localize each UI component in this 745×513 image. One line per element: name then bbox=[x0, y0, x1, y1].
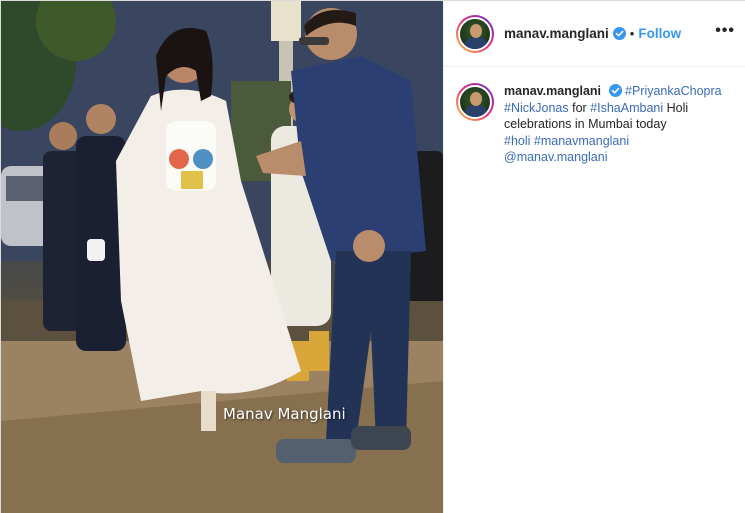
verified-badge-icon bbox=[612, 27, 626, 40]
avatar-shirt bbox=[464, 36, 488, 49]
header-separator: • bbox=[629, 26, 635, 41]
avatar-shirt bbox=[464, 105, 488, 117]
mention-link[interactable]: @manav.manglani bbox=[504, 150, 607, 164]
caption-text-segment: for bbox=[568, 100, 591, 115]
instagram-post: Manav Manglani manav.manglani • Follow •… bbox=[0, 0, 745, 513]
avatar[interactable] bbox=[458, 16, 492, 51]
post-header: manav.manglani • Follow ••• bbox=[444, 1, 745, 67]
avatar-face bbox=[470, 23, 482, 38]
post-video[interactable]: Manav Manglani bbox=[1, 1, 443, 513]
more-options-icon[interactable]: ••• bbox=[715, 23, 735, 39]
follow-button[interactable]: Follow bbox=[638, 26, 681, 41]
caption-text: manav.manglani #PriyankaChopra #NickJona… bbox=[504, 83, 734, 166]
video-watermark: Manav Manglani bbox=[223, 405, 346, 423]
caption-avatar-ring[interactable] bbox=[456, 83, 494, 121]
verified-badge-icon bbox=[608, 84, 622, 97]
avatar[interactable] bbox=[458, 85, 492, 119]
hashtag-link[interactable]: #IshaAmbani bbox=[590, 101, 663, 115]
profile-avatar-ring[interactable] bbox=[456, 14, 494, 53]
post-caption: manav.manglani #PriyankaChopra #NickJona… bbox=[456, 83, 741, 166]
header-username[interactable]: manav.manglani bbox=[504, 26, 609, 41]
post-side-panel: manav.manglani • Follow ••• manav.mangla… bbox=[443, 1, 745, 513]
hashtag-link[interactable]: #manavmanglani bbox=[534, 134, 629, 148]
avatar-face bbox=[470, 92, 482, 106]
caption-username[interactable]: manav.manglani bbox=[504, 84, 601, 98]
hashtag-link[interactable]: #NickJonas bbox=[504, 101, 569, 115]
hashtag-link[interactable]: #PriyankaChopra bbox=[625, 84, 722, 98]
hashtag-link[interactable]: #holi bbox=[504, 134, 530, 148]
video-frame-illustration bbox=[1, 1, 443, 513]
